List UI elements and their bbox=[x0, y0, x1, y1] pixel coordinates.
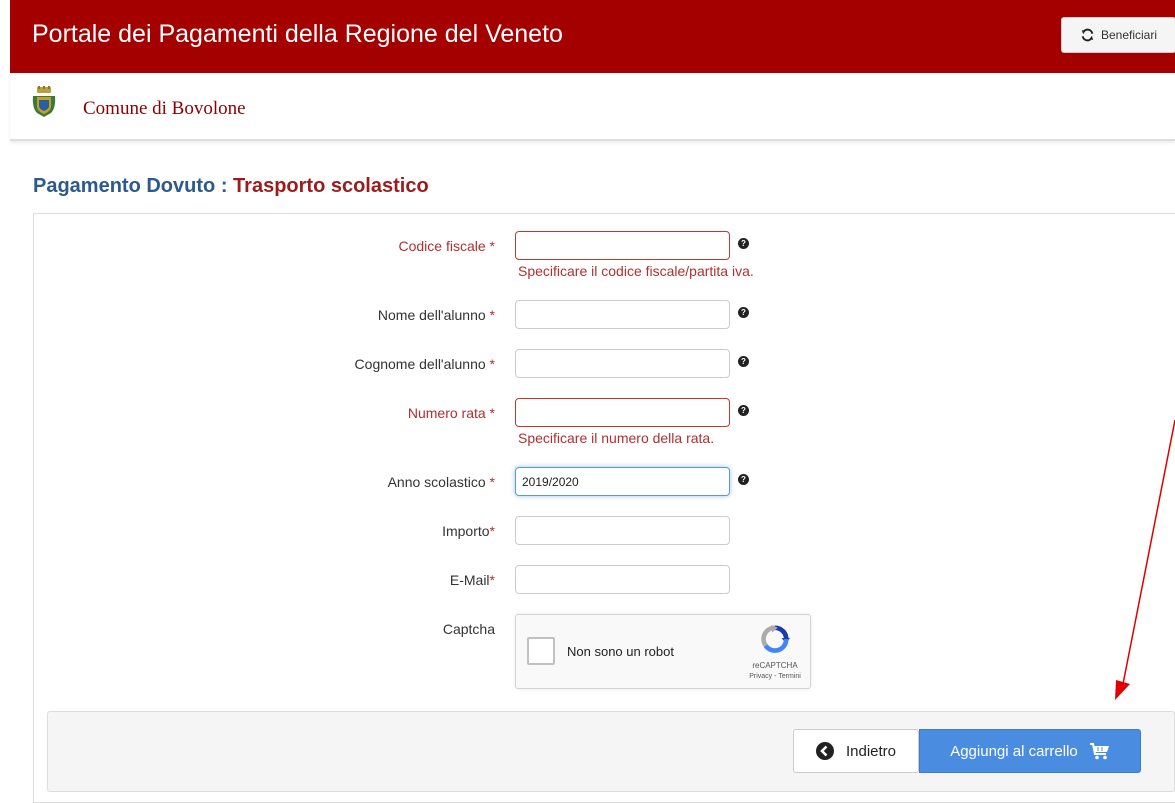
recaptcha-privacy-terms[interactable]: Privacy - Termini bbox=[745, 673, 805, 680]
portal-title: Portale dei Pagamenti della Regione del … bbox=[32, 20, 563, 48]
chevron-left-circle-icon bbox=[815, 742, 834, 760]
numero-rata-error: Specificare il numero della rata. bbox=[518, 430, 715, 446]
cognome-alunno-label: Cognome dell'alunno * bbox=[354, 356, 495, 372]
codice-fiscale-input[interactable] bbox=[515, 231, 730, 260]
page-title-separator: : bbox=[220, 175, 228, 197]
add-to-cart-label: Aggiungi al carrello bbox=[950, 742, 1078, 760]
anno-scolastico-help-icon[interactable]: ? bbox=[738, 474, 749, 485]
numero-rata-help-icon[interactable]: ? bbox=[738, 405, 749, 416]
back-button-label: Indietro bbox=[845, 742, 897, 760]
refresh-icon bbox=[1081, 28, 1094, 42]
page-title-service: Trasporto scolastico bbox=[233, 175, 429, 197]
anno-scolastico-label: Anno scolastico * bbox=[387, 474, 495, 490]
numero-rata-label: Numero rata * bbox=[407, 405, 495, 421]
recaptcha-brand: reCAPTCHA bbox=[752, 661, 798, 670]
captcha-label: Captcha bbox=[442, 621, 495, 637]
nome-alunno-input[interactable] bbox=[515, 300, 730, 329]
recaptcha-widget: Non sono un robot reCAPTCHA Privacy - Te… bbox=[515, 614, 811, 689]
recaptcha-logo-icon bbox=[761, 625, 790, 653]
anno-scolastico-input[interactable] bbox=[515, 467, 730, 496]
portal-header: Portale dei Pagamenti della Regione del … bbox=[10, 0, 1175, 73]
nome-alunno-label: Nome dell'alunno * bbox=[377, 307, 495, 323]
cart-icon bbox=[1089, 743, 1109, 760]
municipal-crest-icon bbox=[32, 86, 56, 117]
captcha-checkbox-text: Non sono un robot bbox=[567, 644, 674, 659]
add-to-cart-button[interactable]: Aggiungi al carrello bbox=[919, 729, 1141, 773]
captcha-checkbox[interactable] bbox=[527, 637, 555, 665]
codice-fiscale-help-icon[interactable]: ? bbox=[738, 238, 749, 249]
back-button[interactable]: Indietro bbox=[793, 729, 919, 773]
codice-fiscale-label: Codice fiscale * bbox=[398, 238, 496, 254]
page-title: Pagamento Dovuto : Trasporto scolastico bbox=[33, 175, 429, 198]
email-label: E-Mail* bbox=[449, 572, 495, 588]
entity-name: Comune di Bovolone bbox=[83, 98, 246, 119]
entity-bar: Comune di Bovolone bbox=[10, 73, 1175, 141]
page-title-prefix: Pagamento Dovuto bbox=[33, 175, 216, 197]
beneficiari-button[interactable]: Beneficiari bbox=[1061, 17, 1175, 53]
codice-fiscale-error: Specificare il codice fiscale/partita iv… bbox=[518, 263, 754, 279]
beneficiari-label: Beneficiari bbox=[1100, 28, 1158, 42]
importo-input[interactable] bbox=[515, 516, 730, 545]
cognome-alunno-help-icon[interactable]: ? bbox=[738, 356, 749, 367]
cognome-alunno-input[interactable] bbox=[515, 349, 730, 378]
numero-rata-input[interactable] bbox=[515, 398, 730, 427]
importo-label: Importo* bbox=[442, 523, 495, 539]
nome-alunno-help-icon[interactable]: ? bbox=[738, 307, 749, 318]
email-input[interactable] bbox=[515, 565, 730, 594]
